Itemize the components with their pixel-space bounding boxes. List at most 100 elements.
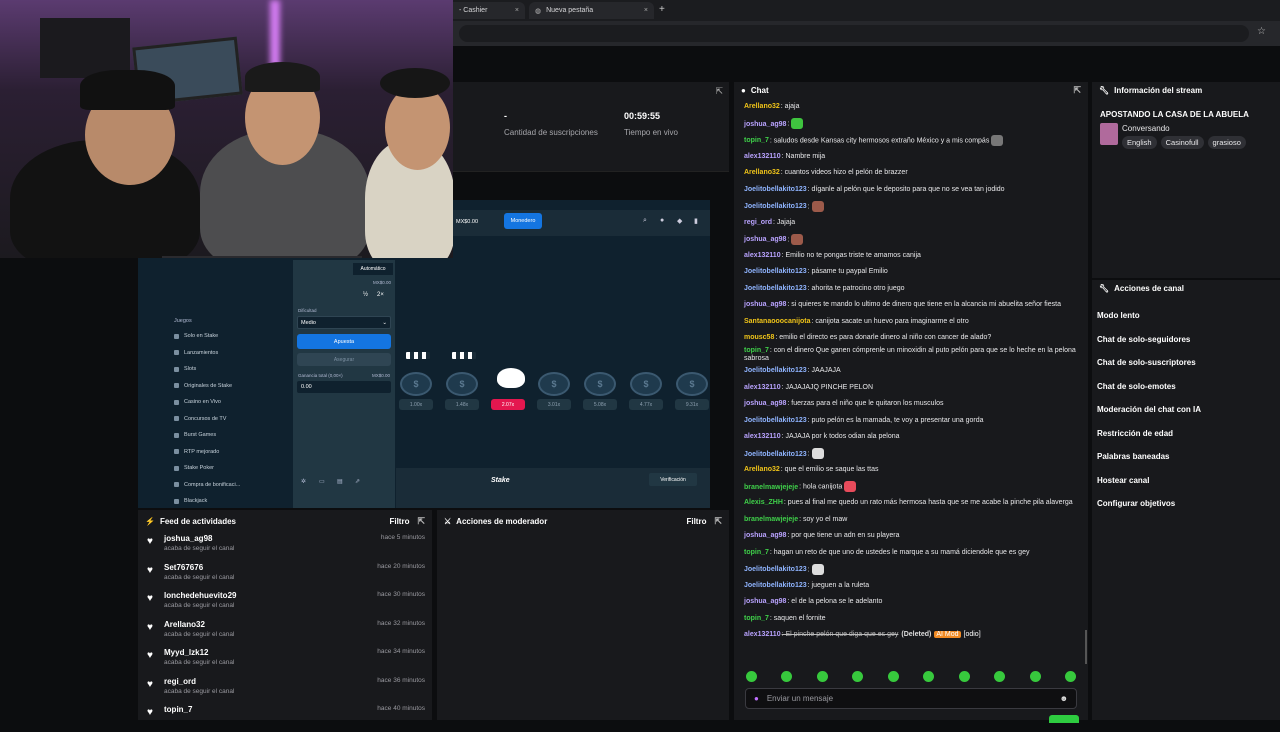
feed-item[interactable]: ♥ Set767676 acaba de seguir el canal hace 2… <box>138 561 432 590</box>
channel-action-item[interactable]: Restricción de edad <box>1092 422 1280 446</box>
lane-coin[interactable]: $ <box>584 372 616 396</box>
chat-username[interactable]: branelmawjejeje <box>744 516 798 523</box>
filter-button[interactable]: Filtro <box>389 517 409 526</box>
chat-username[interactable]: Joelitobellakito123 <box>744 451 807 458</box>
chat-username[interactable]: regi_ord <box>744 219 772 226</box>
chat-username[interactable]: Joelitobellakito123 <box>744 367 807 374</box>
lane-coin[interactable]: $ <box>630 372 662 396</box>
chat-scrollbar[interactable] <box>1085 630 1087 664</box>
chat-message[interactable]: alex132110: El pinche pelón que diga que… <box>734 627 1088 644</box>
chat-message[interactable]: Joelitobellakito123: <box>734 561 1088 578</box>
lane-coin[interactable]: $ <box>676 372 708 396</box>
emote-icon[interactable] <box>781 671 793 682</box>
chat-username[interactable]: Joelitobellakito123 <box>744 417 807 424</box>
category-thumbnail[interactable] <box>1100 123 1118 145</box>
chat-username[interactable]: Arellano32 <box>744 169 780 176</box>
tag[interactable]: Casinofull <box>1160 136 1204 149</box>
chat-message[interactable]: Arellano32: cuantos videos hizo el pelón… <box>734 165 1088 182</box>
chat-message[interactable]: Joelitobellakito123: jueguen a la ruleta <box>734 578 1088 595</box>
chat-message[interactable]: Joelitobellakito123: JAAJAJA <box>734 363 1088 380</box>
chat-message[interactable]: regi_ord: Jajaja <box>734 215 1088 232</box>
fairness-icon[interactable]: ⇗ <box>355 478 360 485</box>
emote-icon[interactable] <box>852 671 864 682</box>
chat-username[interactable]: Joelitobellakito123 <box>744 582 807 589</box>
chat-message[interactable]: joshua_ag98: por que tiene un adn en su … <box>734 528 1088 545</box>
chat-username[interactable]: Joelitobellakito123 <box>744 566 807 573</box>
chat-username[interactable]: alex132110 <box>744 384 781 391</box>
theatre-icon[interactable]: ▭ <box>319 478 325 485</box>
tab-cashier[interactable]: - Cashier × <box>453 2 525 19</box>
filter-button[interactable]: Filtro <box>686 517 706 526</box>
chat-message[interactable]: joshua_ag98: <box>734 231 1088 248</box>
chat-username[interactable]: joshua_ag98 <box>744 236 786 243</box>
chat-username[interactable]: Arellano32 <box>744 466 780 473</box>
chat-username[interactable]: topin_7 <box>744 549 769 556</box>
channel-action-item[interactable]: Hostear canal <box>1092 469 1280 493</box>
chat-message[interactable]: Joelitobellakito123: díganle al pelón qu… <box>734 182 1088 199</box>
chat-username[interactable]: alex132110 <box>744 252 781 259</box>
channel-action-item[interactable]: Chat de solo-suscriptores <box>1092 351 1280 375</box>
send-button[interactable] <box>1049 715 1079 723</box>
emoji-icon[interactable]: ☻ <box>1060 694 1068 703</box>
chat-message[interactable]: Joelitobellakito123: ahorita te patrocin… <box>734 281 1088 298</box>
chat-username[interactable]: Alexis_ZHH <box>744 499 783 506</box>
chat-message[interactable]: alex132110: Nambre mija <box>734 149 1088 166</box>
new-tab-button[interactable]: + <box>659 4 665 15</box>
feed-user[interactable]: Myyd_lzk12 <box>164 648 208 657</box>
lane-coin[interactable]: $ <box>400 372 432 396</box>
feed-item[interactable]: ♥ joshua_ag98 acaba de seguir el canal hace… <box>138 532 432 561</box>
channel-action-item[interactable]: Configurar objetivos <box>1092 492 1280 516</box>
popout-icon[interactable]: ⇱ <box>714 516 722 527</box>
tab-new[interactable]: ◍ Nueva pestaña × <box>529 2 654 19</box>
feed-item[interactable]: ♥ regi_ord acaba de seguir el canal hace 36… <box>138 675 432 704</box>
chat-message[interactable]: alex132110: JAJAJA por k todos odian ala… <box>734 429 1088 446</box>
chat-message[interactable]: topin_7: saludos desde Kansas city hermo… <box>734 132 1088 149</box>
emote-icon[interactable] <box>746 671 757 682</box>
chat-username[interactable]: alex132110 <box>744 631 781 638</box>
chat-username[interactable]: joshua_ag98 <box>744 121 786 128</box>
chat-username[interactable]: Joelitobellakito123 <box>744 285 807 292</box>
chat-message[interactable]: joshua_ag98: el de la pelona se le adela… <box>734 594 1088 611</box>
category-name[interactable]: Conversando <box>1122 124 1170 133</box>
chat-username[interactable]: alex132110 <box>744 153 781 160</box>
emote-icon[interactable] <box>887 671 899 682</box>
chat-username[interactable]: branelmawjejeje <box>744 484 798 491</box>
chat-message[interactable]: topin_7: con el dinero Que ganen cómpren… <box>734 347 1088 364</box>
chat-message[interactable]: topin_7: hagan un reto de que uno de ust… <box>734 545 1088 562</box>
feed-user[interactable]: lonchedehuevito29 <box>164 591 236 600</box>
mic-icon[interactable]: ● <box>754 694 759 703</box>
chat-message[interactable]: alex132110: JAJAJAJQ PINCHE PELON <box>734 380 1088 397</box>
chat-message[interactable]: Arellano32: que el emilio se saque las t… <box>734 462 1088 479</box>
chat-message[interactable]: branelmawjejeje: hola canijota <box>734 479 1088 496</box>
chat-username[interactable]: topin_7 <box>744 615 769 622</box>
emote-icon[interactable] <box>958 671 970 682</box>
chat-username[interactable]: Arellano32 <box>744 103 780 110</box>
feed-item[interactable]: ♥ lonchedehuevito29 acaba de seguir el can… <box>138 589 432 618</box>
chat-username[interactable]: topin_7 <box>744 347 769 354</box>
chat-message[interactable]: branelmawjejeje: soy yo el maw <box>734 512 1088 529</box>
chat-message[interactable]: joshua_ag98: <box>734 116 1088 133</box>
feed-user[interactable]: regi_ord <box>164 677 196 686</box>
close-icon[interactable]: × <box>515 7 519 14</box>
chat-message[interactable]: Joelitobellakito123: <box>734 198 1088 215</box>
chat-username[interactable]: alex132110 <box>744 433 781 440</box>
chat-input[interactable]: ● Enviar un mensaje ☻ <box>745 688 1077 709</box>
chat-username[interactable]: Santanaooocanijota <box>744 318 811 325</box>
chat-message[interactable]: Alexis_ZHH: pues al final me quedo un ra… <box>734 495 1088 512</box>
chat-message[interactable]: alex132110: Emilio no te pongas triste t… <box>734 248 1088 265</box>
popout-icon[interactable]: ⇱ <box>417 516 425 527</box>
verify-button[interactable]: Verificación <box>649 473 697 486</box>
channel-action-item[interactable]: Moderación del chat con IA <box>1092 398 1280 422</box>
lane-coin[interactable]: $ <box>538 372 570 396</box>
channel-action-item[interactable]: Chat de solo-emotes <box>1092 375 1280 399</box>
settings-icon[interactable]: ✲ <box>301 478 306 485</box>
chat-username[interactable]: Joelitobellakito123 <box>744 186 807 193</box>
emote-icon[interactable] <box>923 671 935 682</box>
chat-message[interactable]: Arellano32: ajaja <box>734 99 1088 116</box>
chat-message[interactable]: mousc58: emilio el directo es para donar… <box>734 330 1088 347</box>
feed-user[interactable]: joshua_ag98 <box>164 534 212 543</box>
emote-icon[interactable] <box>816 671 828 682</box>
chat-username[interactable]: Joelitobellakito123 <box>744 268 807 275</box>
chat-message[interactable]: joshua_ag98: si quieres te mando lo ulti… <box>734 297 1088 314</box>
emote-icon[interactable] <box>1029 671 1041 682</box>
